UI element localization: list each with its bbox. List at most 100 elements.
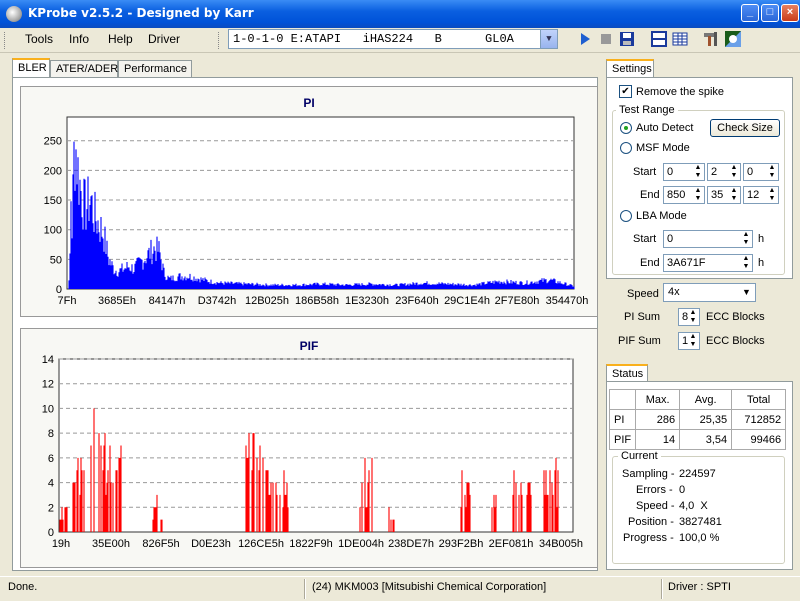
tab-performance[interactable]: Performance	[118, 60, 192, 78]
errors-value: 0	[679, 484, 686, 496]
x-tick-label: 186B58h	[295, 295, 339, 307]
start-icon[interactable]	[576, 30, 594, 48]
msf-mode-radio[interactable]	[620, 142, 632, 154]
position-value: 3827481	[679, 516, 722, 528]
pif-sum-label: PIF Sum	[618, 335, 661, 347]
table-cell: 3,54	[679, 429, 733, 450]
table-cell: PI	[608, 409, 637, 430]
x-tick-label: 293F2Bh	[439, 538, 484, 550]
drive-select[interactable]: 1-0-1-0 E:ATAPI iHAS224 B GL0A ▼	[228, 29, 558, 49]
y-tick-label: 50	[50, 254, 62, 266]
pif-ecc-label: ECC Blocks	[706, 335, 765, 347]
msf-start-min[interactable]: 0 ▲ ▼	[663, 163, 705, 181]
table-row: Max. Avg. Total	[608, 389, 787, 410]
msf-start-frame[interactable]: 0 ▲ ▼	[743, 163, 779, 181]
x-tick-label: 29C1E4h	[444, 295, 490, 307]
table-row: PI 286 25,35 712852	[608, 409, 787, 430]
check-size-button[interactable]: Check Size	[710, 119, 780, 137]
y-tick-label: 4	[48, 478, 54, 490]
lba-end-input[interactable]: 3A671F ▲ ▼	[663, 254, 753, 272]
spin-icon[interactable]: ▲ ▼	[729, 164, 739, 180]
auto-detect-label: Auto Detect	[636, 122, 694, 134]
pif-chart: PIF 0 2 4 6 8 10 12 14 19h 35E00h 826F5h D0E23h 126C…	[20, 328, 598, 568]
menu-tools[interactable]: Tools	[25, 32, 53, 46]
spin-icon[interactable]: ▲ ▼	[688, 333, 698, 349]
layout-icon[interactable]	[650, 30, 668, 48]
remove-spike-checkbox[interactable]: ✔	[619, 85, 632, 98]
lba-end-unit: h	[758, 257, 765, 269]
x-tick-label: 35E00h	[92, 538, 130, 550]
pif-chart-plot: 0246810121419h 35E00h 826F5h D0E23h 126CE5h 1…	[42, 354, 583, 550]
spin-icon[interactable]: ▲ ▼	[767, 164, 777, 180]
speed-select[interactable]: 4x ▼	[663, 283, 756, 302]
x-tick-label: D3742h	[198, 295, 237, 307]
toolbar-grip-2[interactable]	[218, 32, 221, 49]
x-tick-label: 1E3230h	[345, 295, 389, 307]
table-cell: Max.	[635, 389, 681, 410]
spin-icon[interactable]: ▲ ▼	[688, 309, 698, 325]
spin-icon[interactable]: ▲ ▼	[767, 187, 777, 203]
msf-start-frame-value: 0	[747, 166, 754, 178]
tab-settings[interactable]: Settings	[606, 59, 654, 79]
x-tick-label: 2EF081h	[489, 538, 534, 550]
maximize-button[interactable]: □	[761, 4, 779, 22]
menu-driver[interactable]: Driver	[148, 32, 180, 46]
status-separator	[661, 579, 663, 599]
y-tick-label: 6	[48, 453, 54, 465]
pi-sum-input[interactable]: 8 ▲ ▼	[678, 308, 700, 326]
lba-start-input[interactable]: 0 ▲ ▼	[663, 230, 753, 248]
auto-detect-radio[interactable]	[620, 122, 632, 134]
disc-info-icon[interactable]	[724, 30, 742, 48]
y-tick-label: 8	[48, 428, 54, 440]
lba-end-value: 3A671F	[667, 257, 706, 269]
close-button[interactable]: ×	[781, 4, 799, 22]
grid-icon[interactable]	[671, 30, 689, 48]
tools-icon[interactable]	[702, 30, 720, 48]
spin-icon[interactable]: ▲ ▼	[741, 231, 751, 247]
spin-icon[interactable]: ▲ ▼	[693, 187, 703, 203]
stop-icon[interactable]	[597, 30, 615, 48]
table-cell: 25,35	[679, 409, 733, 430]
menu-info[interactable]: Info	[69, 32, 89, 46]
chevron-down-icon[interactable]: ▼	[739, 285, 754, 300]
lba-start-unit: h	[758, 233, 765, 245]
msf-start-sec[interactable]: 2 ▲ ▼	[707, 163, 741, 181]
progress-label: Progress -	[623, 532, 674, 544]
msf-start-min-value: 0	[667, 166, 674, 178]
save-icon[interactable]	[618, 30, 636, 48]
msf-start-sec-value: 2	[711, 166, 718, 178]
speed-status-value: 4,0 X	[679, 500, 708, 512]
menu-help[interactable]: Help	[108, 32, 133, 46]
spin-icon[interactable]: ▲ ▼	[693, 164, 703, 180]
msf-end-frame[interactable]: 12 ▲ ▼	[743, 186, 779, 204]
position-label: Position -	[628, 516, 674, 528]
y-tick-label: 100	[44, 225, 62, 237]
y-tick-label: 150	[44, 195, 62, 207]
minimize-button[interactable]: _	[741, 4, 759, 22]
remove-spike-label: Remove the spike	[636, 86, 725, 98]
msf-end-sec-value: 35	[711, 189, 724, 201]
y-tick-label: 10	[42, 403, 54, 415]
y-tick-label: 2	[48, 502, 54, 514]
progress-value: 100,0 %	[679, 532, 720, 544]
x-tick-label: 238DE7h	[388, 538, 434, 550]
pi-chart-plot: 0501001502002507Fh 3685Eh 84147h D3742h 12B0…	[44, 116, 588, 307]
chevron-down-icon[interactable]: ▼	[540, 30, 557, 48]
drive-select-value: 1-0-1-0 E:ATAPI iHAS224 B GL0A	[233, 32, 514, 46]
table-cell: 14	[635, 429, 681, 450]
msf-end-min[interactable]: 850 ▲ ▼	[663, 186, 705, 204]
msf-mode-label: MSF Mode	[636, 142, 690, 154]
msf-end-sec[interactable]: 35 ▲ ▼	[707, 186, 741, 204]
tab-ater-ader[interactable]: ATER/ADER	[50, 60, 118, 78]
x-tick-label: 3685Eh	[98, 295, 136, 307]
table-cell: PIF	[608, 429, 637, 450]
x-tick-label: 2F7E80h	[495, 295, 540, 307]
pi-ecc-label: ECC Blocks	[706, 311, 765, 323]
pif-sum-input[interactable]: 1 ▲ ▼	[678, 332, 700, 350]
spin-icon[interactable]: ▲ ▼	[741, 255, 751, 271]
tab-bler[interactable]: BLER	[12, 58, 50, 78]
lba-mode-radio[interactable]	[620, 210, 632, 222]
toolbar-grip[interactable]	[4, 32, 7, 49]
spin-icon[interactable]: ▲ ▼	[729, 187, 739, 203]
table-cell: 712852	[731, 409, 787, 430]
